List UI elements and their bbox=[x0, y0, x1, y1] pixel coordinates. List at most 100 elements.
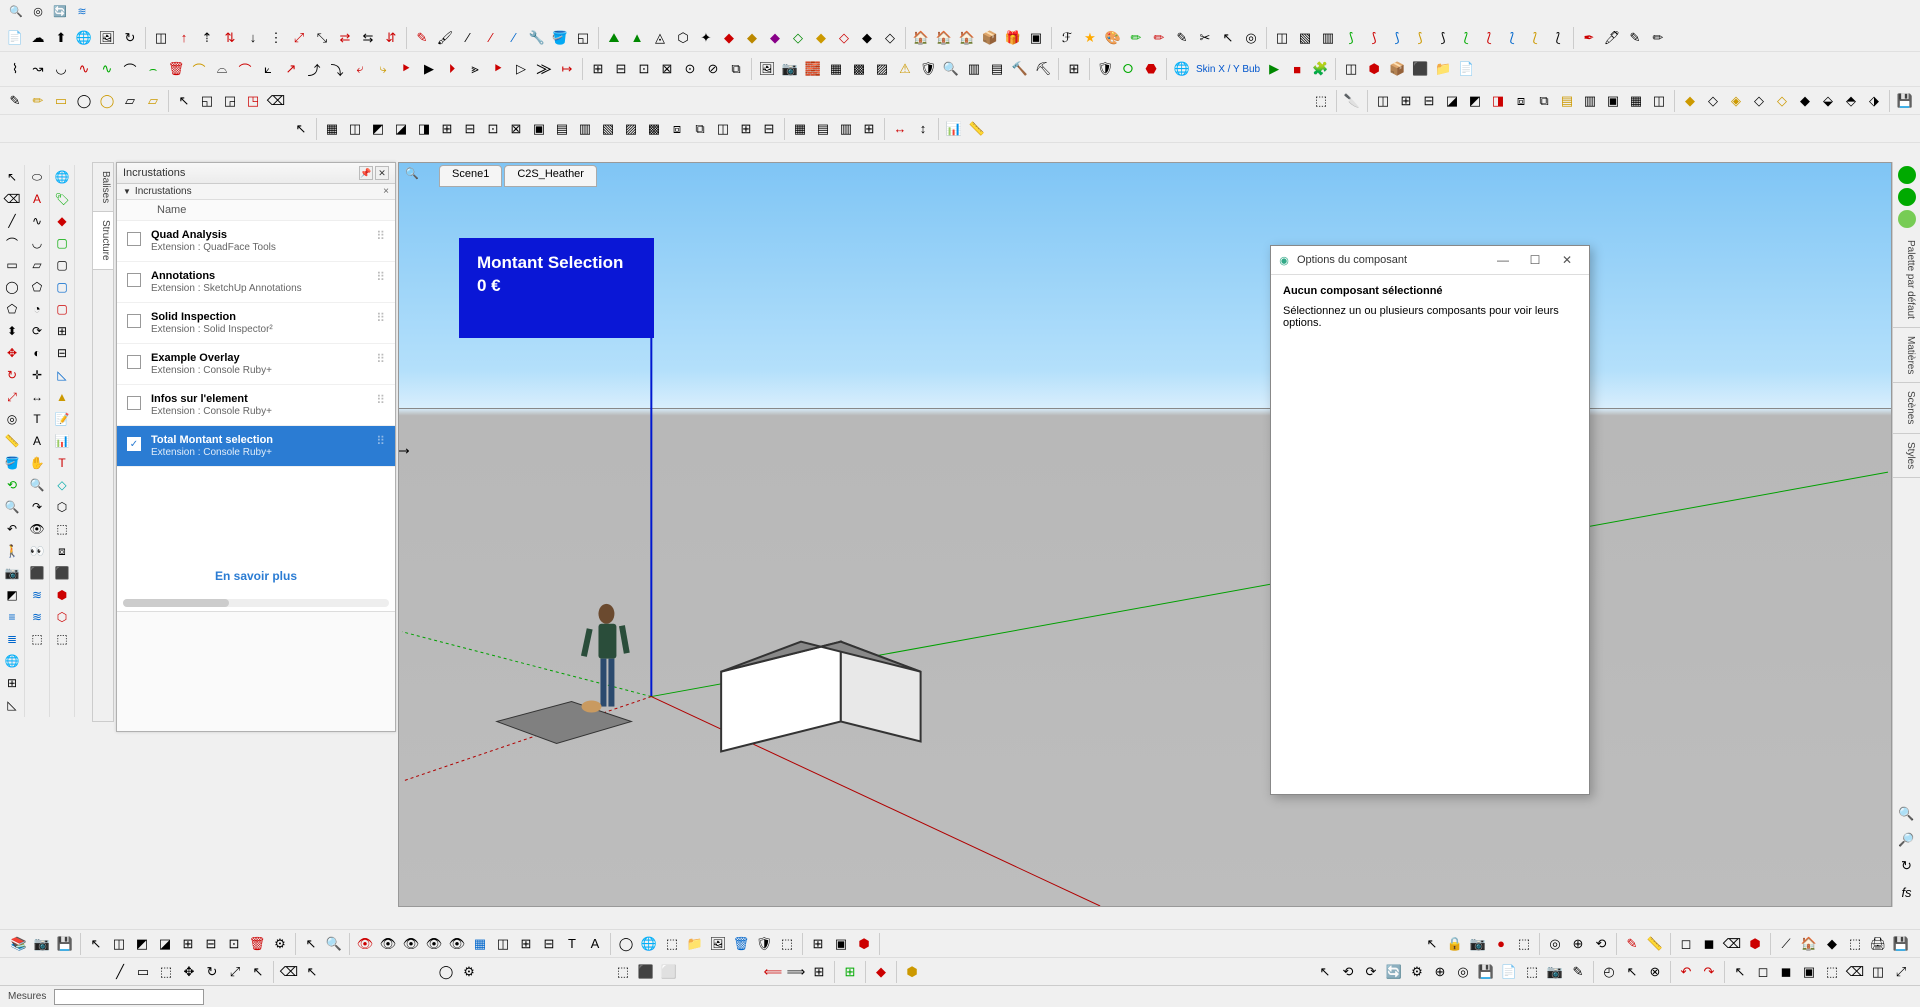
axis-x-icon[interactable]: ↔ bbox=[889, 118, 911, 140]
b2-rot-icon[interactable]: ↻ bbox=[201, 961, 223, 983]
curve4-icon[interactable]: ∿ bbox=[73, 58, 95, 80]
b2-sq3-icon[interactable]: ▣ bbox=[1798, 961, 1820, 983]
stack-orange-icon[interactable]: 📚 bbox=[8, 933, 30, 955]
pie-icon[interactable]: ◔ bbox=[27, 299, 47, 319]
sandbox5-icon[interactable]: ✦ bbox=[695, 27, 717, 49]
line-blue-icon[interactable]: ∕ bbox=[503, 27, 525, 49]
box-icon[interactable]: ⬚ bbox=[52, 519, 72, 539]
sandbox2-icon[interactable]: ▲ bbox=[626, 27, 648, 49]
grid-d4-icon[interactable]: ⊞ bbox=[735, 118, 757, 140]
b2-ring-icon[interactable]: ◯ bbox=[435, 961, 457, 983]
b2-win-icon[interactable]: ⊞ bbox=[808, 961, 830, 983]
b2-scale-icon[interactable]: ⤢ bbox=[224, 961, 246, 983]
grid-a2-icon[interactable]: ◫ bbox=[344, 118, 366, 140]
target3-icon[interactable]: ◎ bbox=[1544, 933, 1566, 955]
undo2-icon[interactable]: ↶ bbox=[2, 519, 22, 539]
b2-r8-icon[interactable]: 💾 bbox=[1475, 961, 1497, 983]
house1-icon[interactable]: 🏠 bbox=[910, 27, 932, 49]
globe-icon[interactable]: 🌐 bbox=[1171, 58, 1193, 80]
image-icon[interactable]: 🖼 bbox=[96, 27, 118, 49]
b2-r5-icon[interactable]: ⚙ bbox=[1406, 961, 1428, 983]
nav1-icon[interactable]: ⟲ bbox=[1590, 933, 1612, 955]
layer4-icon[interactable]: ◇ bbox=[1748, 90, 1770, 112]
b2-back-icon[interactable]: ⟸ bbox=[762, 961, 784, 983]
row-grip-icon[interactable]: ⠿ bbox=[376, 352, 385, 366]
save2-icon[interactable]: 💾 bbox=[54, 933, 76, 955]
grid-e2-icon[interactable]: ▤ bbox=[812, 118, 834, 140]
script-icon[interactable]: ℱ bbox=[1056, 27, 1078, 49]
sandbox13-icon[interactable]: ◇ bbox=[879, 27, 901, 49]
crayon-icon[interactable]: ✏ bbox=[1125, 27, 1147, 49]
view2-icon[interactable]: ◫ bbox=[492, 933, 514, 955]
layer6-icon[interactable]: ◆ bbox=[1794, 90, 1816, 112]
viewport-search-icon[interactable]: 🔍 bbox=[405, 167, 423, 185]
erase-tool-icon[interactable]: ⌫ bbox=[1721, 933, 1743, 955]
b2-move-icon[interactable]: ✥ bbox=[178, 961, 200, 983]
bt-opt3-icon[interactable]: ⬢ bbox=[853, 933, 875, 955]
cloud-up-icon[interactable]: ⬆ bbox=[50, 27, 72, 49]
view4-icon[interactable]: ⊟ bbox=[538, 933, 560, 955]
target2-icon[interactable]: ◎ bbox=[1240, 27, 1262, 49]
warn-icon[interactable]: ⚠ bbox=[894, 58, 916, 80]
measurements-input[interactable] bbox=[54, 989, 204, 1005]
ext6-icon[interactable]: 📄 bbox=[1455, 58, 1477, 80]
pen-row-icon[interactable]: ✎ bbox=[1621, 933, 1643, 955]
face-wire-icon[interactable]: ◫ bbox=[1271, 27, 1293, 49]
text2-icon[interactable]: T bbox=[27, 409, 47, 429]
swap-icon[interactable]: ⇄ bbox=[334, 27, 356, 49]
b2-t1-icon[interactable]: ◴ bbox=[1598, 961, 1620, 983]
box4-icon[interactable]: ▱ bbox=[119, 90, 141, 112]
grid1-icon[interactable]: ⊞ bbox=[1063, 58, 1085, 80]
hex3-icon[interactable]: ⬡ bbox=[52, 607, 72, 627]
b2-gear-icon[interactable]: ⚙ bbox=[458, 961, 480, 983]
wall6-icon[interactable]: ▥ bbox=[963, 58, 985, 80]
grid-d3-icon[interactable]: ◫ bbox=[712, 118, 734, 140]
line-icon[interactable]: ∕ bbox=[457, 27, 479, 49]
right-mini-3-icon[interactable] bbox=[1898, 210, 1916, 228]
diag2-icon[interactable]: ⤡ bbox=[311, 27, 333, 49]
swap3-icon[interactable]: ⇵ bbox=[380, 27, 402, 49]
vtab-balises[interactable]: Balises bbox=[93, 163, 113, 212]
ext2-icon[interactable]: ⬢ bbox=[1363, 58, 1385, 80]
diag-icon[interactable]: ⤢ bbox=[288, 27, 310, 49]
shield-icon[interactable]: 🛡 bbox=[917, 58, 939, 80]
t-icon[interactable]: 🔧 bbox=[526, 27, 548, 49]
house-b-icon[interactable]: 🏠 bbox=[1798, 933, 1820, 955]
trim7-icon[interactable]: ⧉ bbox=[725, 58, 747, 80]
redo-icon[interactable]: ↻ bbox=[119, 27, 141, 49]
arc-grey-icon[interactable]: ⟆ bbox=[1432, 27, 1454, 49]
freehand-icon[interactable]: ∿ bbox=[27, 211, 47, 231]
orbit-icon[interactable]: ⟲ bbox=[2, 475, 22, 495]
xray-icon[interactable]: ◫ bbox=[150, 27, 172, 49]
lt-tri-icon[interactable]: ◺ bbox=[2, 695, 22, 715]
grid-e1-icon[interactable]: ▦ bbox=[789, 118, 811, 140]
arc3-icon[interactable]: ⌒ bbox=[234, 58, 256, 80]
flex9-icon[interactable]: ▤ bbox=[1556, 90, 1578, 112]
trim5-icon[interactable]: ⊙ bbox=[679, 58, 701, 80]
b2-r1-icon[interactable]: ↖ bbox=[1314, 961, 1336, 983]
poly2-icon[interactable]: ⬠ bbox=[27, 277, 47, 297]
arc-yellow-icon[interactable]: ⟆ bbox=[1409, 27, 1431, 49]
text-icon[interactable]: A bbox=[27, 189, 47, 209]
eraser2-icon[interactable]: ⌫ bbox=[265, 90, 287, 112]
row-checkbox[interactable] bbox=[127, 273, 141, 287]
b2-ruby-icon[interactable]: ◆ bbox=[870, 961, 892, 983]
eraser-icon[interactable]: ⌫ bbox=[2, 189, 22, 209]
b2-cur-icon[interactable]: ↖ bbox=[1729, 961, 1751, 983]
flex13-icon[interactable]: ◫ bbox=[1648, 90, 1670, 112]
arr7-icon[interactable]: ⨠ bbox=[533, 58, 555, 80]
eye4-icon[interactable]: 👁 bbox=[446, 933, 468, 955]
house3-icon[interactable]: 🏠 bbox=[956, 27, 978, 49]
grid-b5-icon[interactable]: ▣ bbox=[528, 118, 550, 140]
ext4-icon[interactable]: ⬛ bbox=[1409, 58, 1431, 80]
box-iso-icon[interactable]: 📦 bbox=[979, 27, 1001, 49]
zoom-tool-icon[interactable]: 🔍 bbox=[2, 497, 22, 517]
house2-icon[interactable]: 🏠 bbox=[933, 27, 955, 49]
b2-scale2-icon[interactable]: ⤢ bbox=[1890, 961, 1912, 983]
view1-icon[interactable]: ▦ bbox=[469, 933, 491, 955]
b2-sq2-icon[interactable]: ◼ bbox=[1775, 961, 1797, 983]
right-mini-1-icon[interactable] bbox=[1898, 166, 1916, 184]
rtab-scenes[interactable]: Scènes bbox=[1893, 383, 1920, 433]
sq-green-icon[interactable]: ▢ bbox=[52, 233, 72, 253]
trim2-icon[interactable]: ⊟ bbox=[610, 58, 632, 80]
